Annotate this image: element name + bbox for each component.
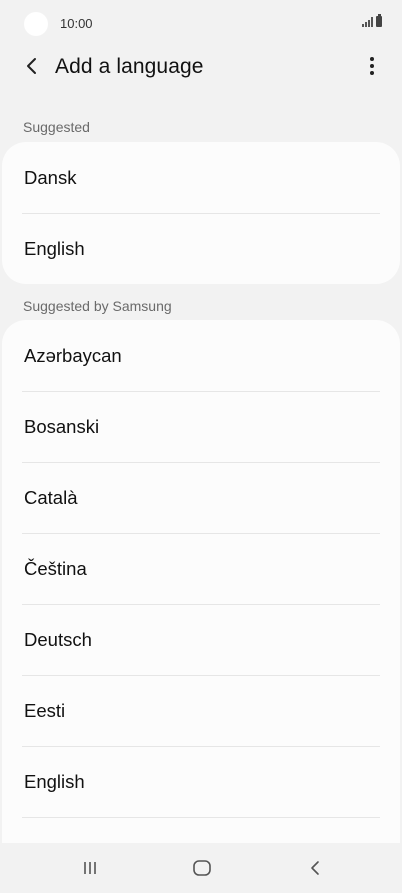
recents-button[interactable]: [70, 853, 110, 883]
status-bar: 10:00: [0, 0, 402, 46]
language-item-deutsch[interactable]: Deutsch: [2, 604, 400, 675]
page-title: Add a language: [55, 55, 204, 78]
navigation-bar: [0, 843, 402, 893]
language-item-cestina[interactable]: Čeština: [2, 533, 400, 604]
language-item-catala[interactable]: Català: [2, 462, 400, 533]
language-item-dansk[interactable]: Dansk: [2, 142, 400, 213]
home-button[interactable]: [182, 853, 222, 883]
status-icons: [362, 14, 382, 27]
recents-icon: [84, 862, 96, 874]
section-header-samsung: Suggested by Samsung: [23, 298, 172, 314]
nav-back-icon: [311, 861, 319, 875]
app-bar: Add a language: [0, 46, 402, 88]
language-item-english[interactable]: English: [2, 213, 400, 284]
back-button[interactable]: [16, 50, 48, 82]
status-time: 10:00: [60, 16, 93, 31]
back-arrow-icon: [27, 58, 36, 74]
section-header-suggested: Suggested: [23, 119, 90, 135]
language-item-bosanski[interactable]: Bosanski: [2, 391, 400, 462]
language-item-english-2[interactable]: English: [2, 746, 400, 817]
signal-icon: [362, 17, 373, 27]
nav-back-button[interactable]: [295, 853, 335, 883]
more-options-button[interactable]: [358, 50, 386, 82]
camera-cutout: [24, 12, 48, 36]
home-icon: [193, 860, 211, 876]
language-item-azerbaycan[interactable]: Azərbaycan: [2, 320, 400, 391]
suggested-list: Dansk English: [2, 142, 400, 284]
language-item-eesti[interactable]: Eesti: [2, 675, 400, 746]
more-vert-icon: [370, 57, 374, 75]
battery-icon: [376, 14, 382, 27]
samsung-list: Azərbaycan Bosanski Català Čeština Deuts…: [2, 320, 400, 850]
